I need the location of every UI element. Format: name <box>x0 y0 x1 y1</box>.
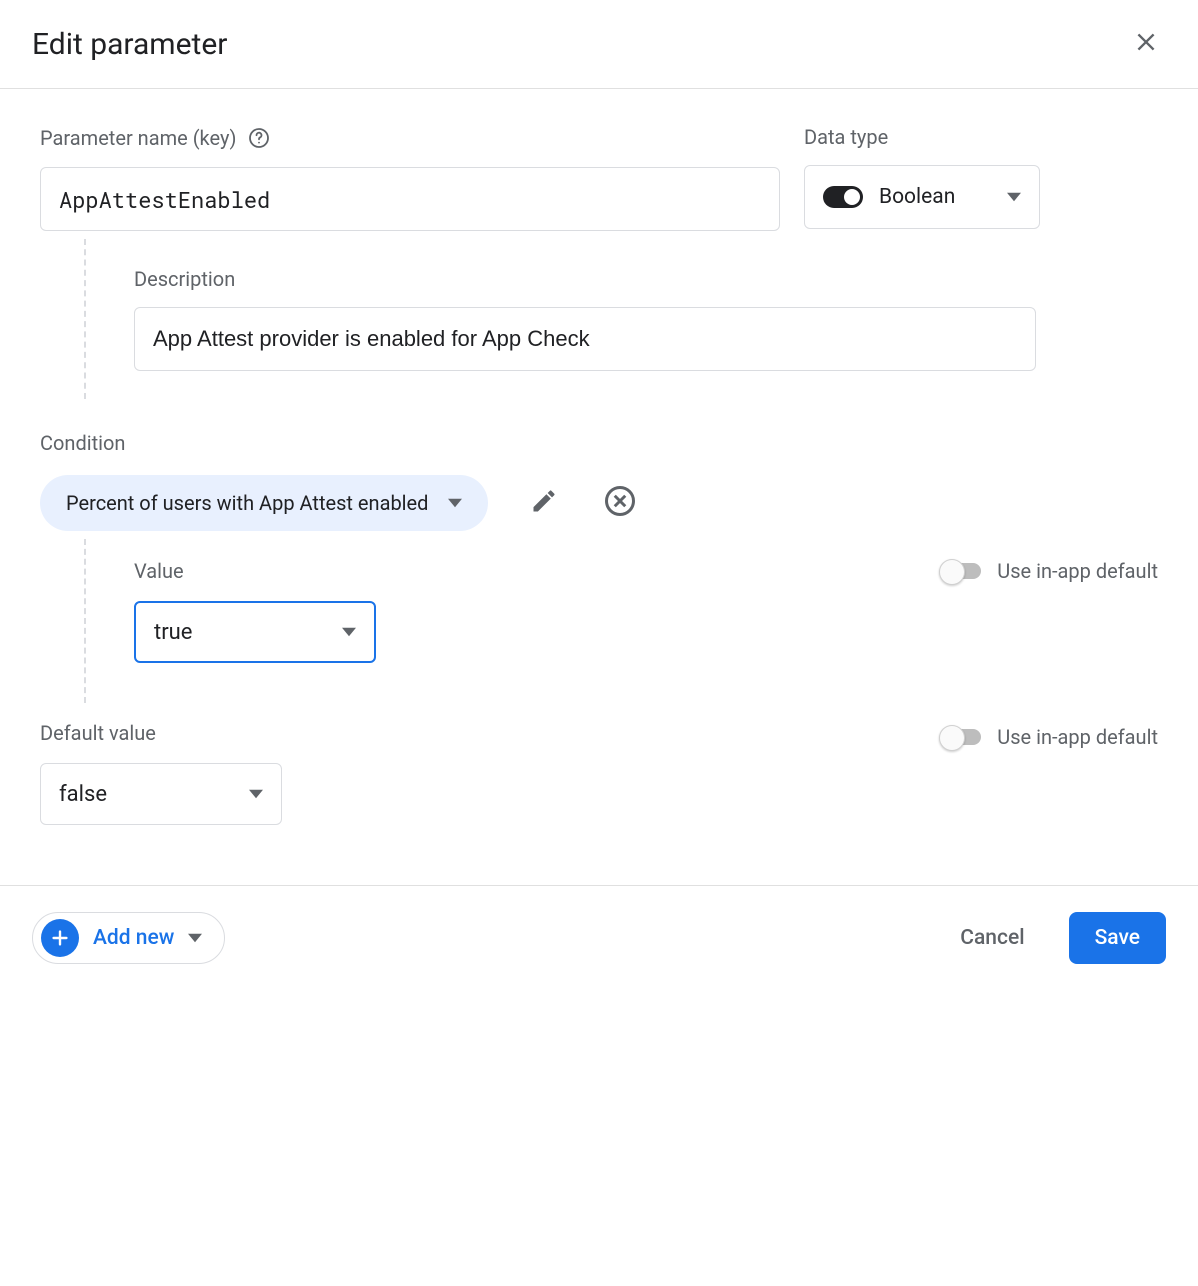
dialog-body: Parameter name (key) Data type <box>0 89 1198 885</box>
param-row: Parameter name (key) Data type <box>40 125 1158 231</box>
data-type-value: Boolean <box>879 185 955 209</box>
condition-value-label: Value <box>134 559 376 583</box>
dialog-header: Edit parameter <box>0 0 1198 89</box>
condition-inapp-label: Use in-app default <box>997 559 1158 583</box>
help-icon[interactable] <box>246 125 272 151</box>
default-inapp-switch[interactable] <box>941 729 981 745</box>
add-new-label: Add new <box>93 926 174 950</box>
condition-chip-text: Percent of users with App Attest enabled <box>66 491 428 515</box>
chevron-down-icon <box>188 931 202 945</box>
pencil-icon <box>530 487 558 519</box>
default-value-row: Default value false Use in-app default <box>40 721 1158 825</box>
chevron-down-icon <box>249 787 263 801</box>
default-inapp-label: Use in-app default <box>997 725 1158 749</box>
description-block: Description <box>84 239 1158 399</box>
data-type-select[interactable]: Boolean <box>804 165 1040 229</box>
dialog-title: Edit parameter <box>32 27 227 62</box>
default-value-text: false <box>59 782 107 807</box>
condition-value-block: Value true Use in-app default <box>84 539 1158 703</box>
chevron-down-icon <box>342 625 356 639</box>
param-name-label: Parameter name (key) <box>40 125 780 151</box>
data-type-field: Data type Boolean <box>804 125 1158 231</box>
dialog-footer: Add new Cancel Save <box>0 885 1198 990</box>
condition-value-text: true <box>154 620 192 645</box>
condition-chip[interactable]: Percent of users with App Attest enabled <box>40 475 488 531</box>
param-name-input[interactable] <box>40 167 780 231</box>
close-circle-icon <box>602 483 638 523</box>
save-button[interactable]: Save <box>1069 912 1166 964</box>
description-input[interactable] <box>134 307 1036 371</box>
default-value-select[interactable]: false <box>40 763 282 825</box>
description-label: Description <box>134 267 1158 291</box>
boolean-icon <box>823 186 863 208</box>
cancel-button[interactable]: Cancel <box>944 916 1040 960</box>
param-name-label-text: Parameter name (key) <box>40 126 236 150</box>
data-type-label: Data type <box>804 125 1158 149</box>
chevron-down-icon <box>1007 190 1021 204</box>
edit-parameter-dialog: Edit parameter Parameter name (key) <box>0 0 1198 990</box>
param-name-field: Parameter name (key) <box>40 125 780 231</box>
chevron-down-icon <box>448 496 462 510</box>
condition-inapp-switch[interactable] <box>941 563 981 579</box>
condition-value-select[interactable]: true <box>134 601 376 663</box>
default-inapp-toggle: Use in-app default <box>941 725 1158 749</box>
close-button[interactable] <box>1126 24 1166 64</box>
add-new-button[interactable]: Add new <box>32 912 225 964</box>
condition-inapp-toggle: Use in-app default <box>941 559 1158 583</box>
condition-label: Condition <box>40 431 1158 455</box>
default-value-label: Default value <box>40 721 282 745</box>
edit-condition-button[interactable] <box>524 483 564 523</box>
condition-row: Percent of users with App Attest enabled <box>40 475 1158 531</box>
close-icon <box>1133 29 1159 59</box>
plus-icon <box>41 919 79 957</box>
remove-condition-button[interactable] <box>600 483 640 523</box>
